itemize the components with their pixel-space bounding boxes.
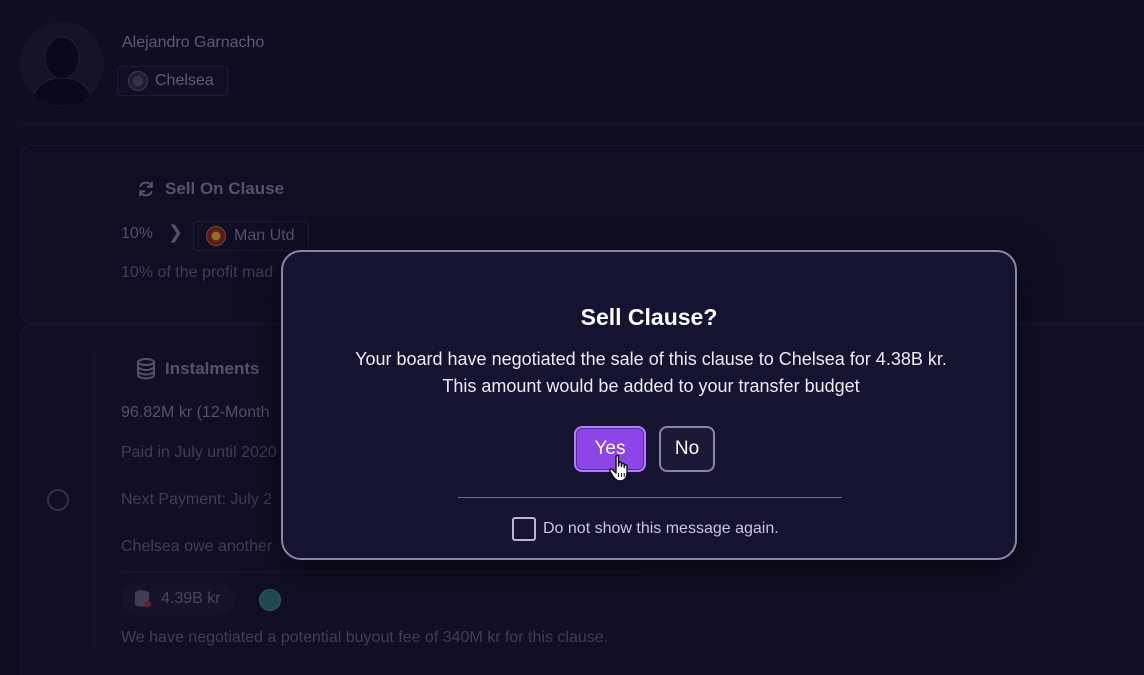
dont-show-again-option[interactable]: Do not show this message again. [512, 517, 779, 541]
dont-show-again-label: Do not show this message again. [543, 520, 779, 537]
no-button[interactable]: No [659, 426, 715, 472]
dialog-divider [458, 497, 842, 498]
yes-button[interactable]: Yes [574, 426, 646, 472]
dont-show-again-checkbox[interactable] [512, 517, 536, 541]
dialog-title: Sell Clause? [580, 304, 718, 330]
dialog-body: Your board have negotiated the sale of t… [355, 349, 947, 396]
sell-clause-dialog: Sell Clause? Your board have negotiated … [281, 250, 1017, 560]
